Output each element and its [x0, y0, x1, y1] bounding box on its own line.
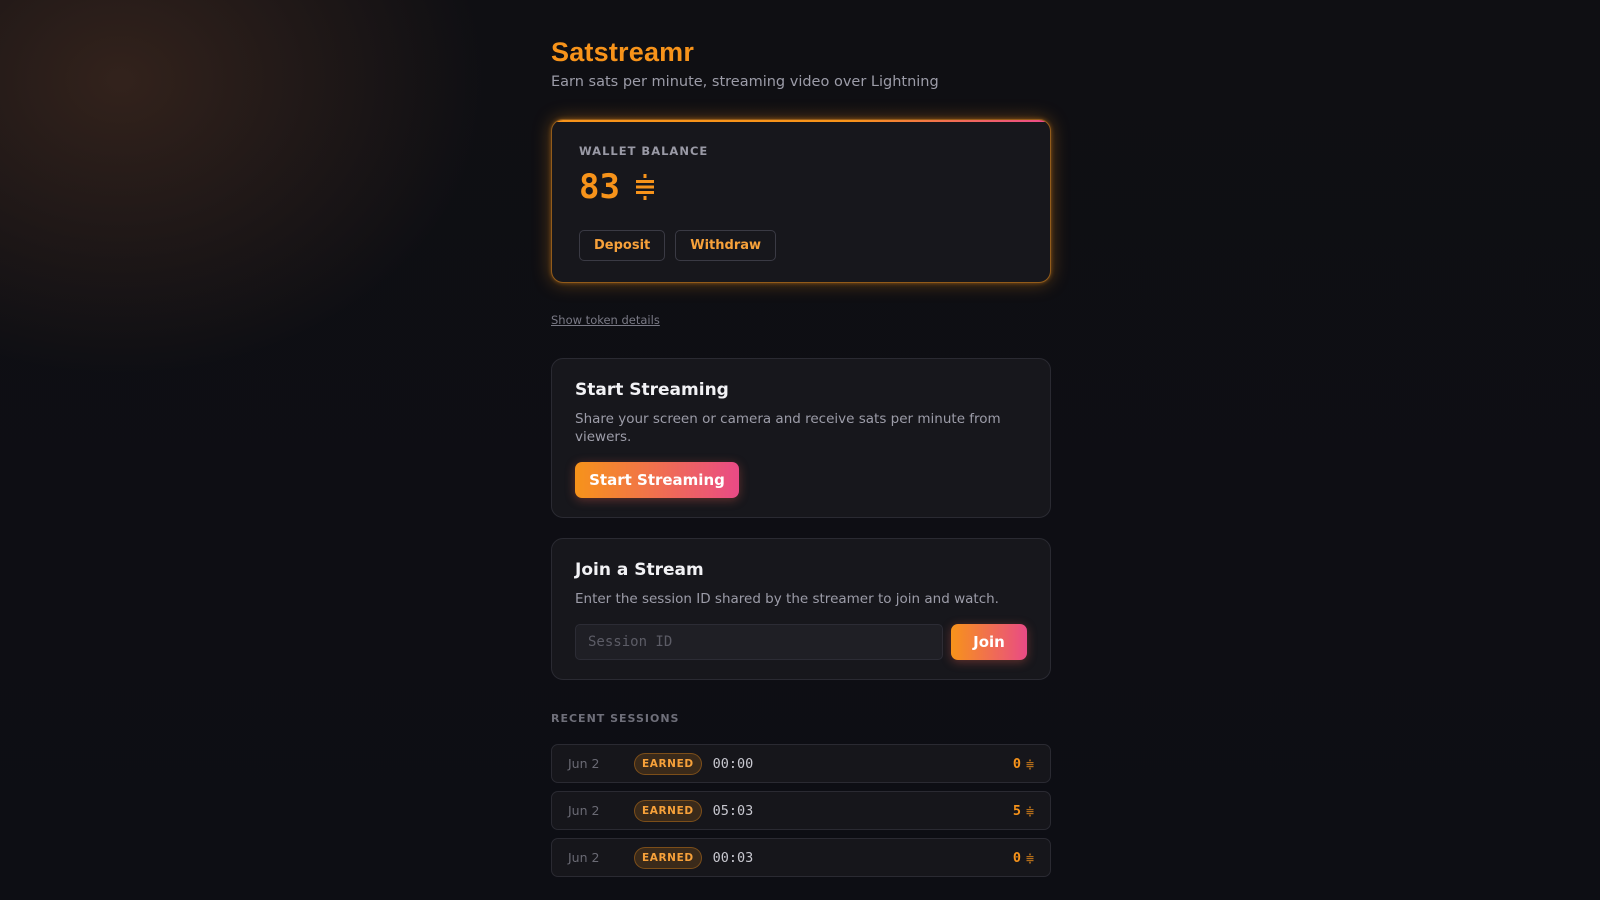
join-stream-title: Join a Stream	[575, 560, 704, 580]
sats-icon	[1026, 758, 1034, 770]
join-stream-description: Enter the session ID shared by the strea…	[575, 591, 999, 607]
start-streaming-title: Start Streaming	[575, 380, 729, 400]
main-column: Satstreamr Earn sats per minute, streami…	[551, 36, 1051, 877]
join-row: Join	[575, 624, 1027, 660]
join-stream-panel: Join a Stream Enter the session ID share…	[551, 538, 1051, 680]
session-status-badge: EARNED	[634, 846, 702, 869]
session-row[interactable]: Jun 2 EARNED 05:03 5	[551, 791, 1051, 830]
app-subtitle: Earn sats per minute, streaming video ov…	[551, 74, 939, 90]
session-amount-value: 0	[1012, 849, 1021, 866]
session-amount-value: 5	[1012, 802, 1021, 819]
app-title: Satstreamr	[551, 37, 695, 67]
wallet-actions: Deposit Withdraw	[579, 230, 777, 261]
session-amount: 0	[1013, 756, 1034, 772]
session-duration: 00:03	[712, 849, 754, 866]
wallet-balance-label: WALLET BALANCE	[579, 144, 709, 158]
withdraw-button[interactable]: Withdraw	[675, 230, 777, 261]
sats-icon	[1026, 805, 1034, 817]
wallet-card: WALLET BALANCE 83 Deposit Withdraw	[551, 119, 1051, 283]
balance-row: 83	[579, 164, 656, 210]
session-amount: 0	[1013, 850, 1034, 866]
session-date: Jun 2	[568, 850, 600, 865]
deposit-button[interactable]: Deposit	[579, 230, 666, 261]
session-duration: 00:00	[712, 755, 754, 772]
sats-icon	[1026, 852, 1034, 864]
join-button[interactable]: Join	[951, 624, 1027, 660]
start-streaming-button[interactable]: Start Streaming	[575, 462, 739, 498]
session-status-badge: EARNED	[634, 799, 702, 822]
session-row[interactable]: Jun 2 EARNED 00:00 0	[551, 744, 1051, 783]
session-row[interactable]: Jun 2 EARNED 00:03 0	[551, 838, 1051, 877]
recent-sessions-list: Jun 2 EARNED 00:00 0 Jun 2 EARNED 05:03 …	[551, 744, 1051, 877]
session-duration: 05:03	[712, 802, 754, 819]
sats-icon	[634, 172, 656, 202]
show-token-details-link[interactable]: Show token details	[551, 313, 660, 327]
session-id-input[interactable]	[575, 624, 943, 660]
wallet-balance-value: 83	[579, 167, 620, 207]
recent-sessions-heading: RECENT SESSIONS	[551, 712, 680, 725]
session-amount-value: 0	[1012, 755, 1021, 772]
session-date: Jun 2	[568, 803, 600, 818]
session-status-badge: EARNED	[634, 752, 702, 775]
start-streaming-description: Share your screen or camera and receive …	[575, 411, 1001, 445]
session-amount: 5	[1013, 803, 1034, 819]
session-date: Jun 2	[568, 756, 600, 771]
start-streaming-panel: Start Streaming Share your screen or cam…	[551, 358, 1051, 518]
